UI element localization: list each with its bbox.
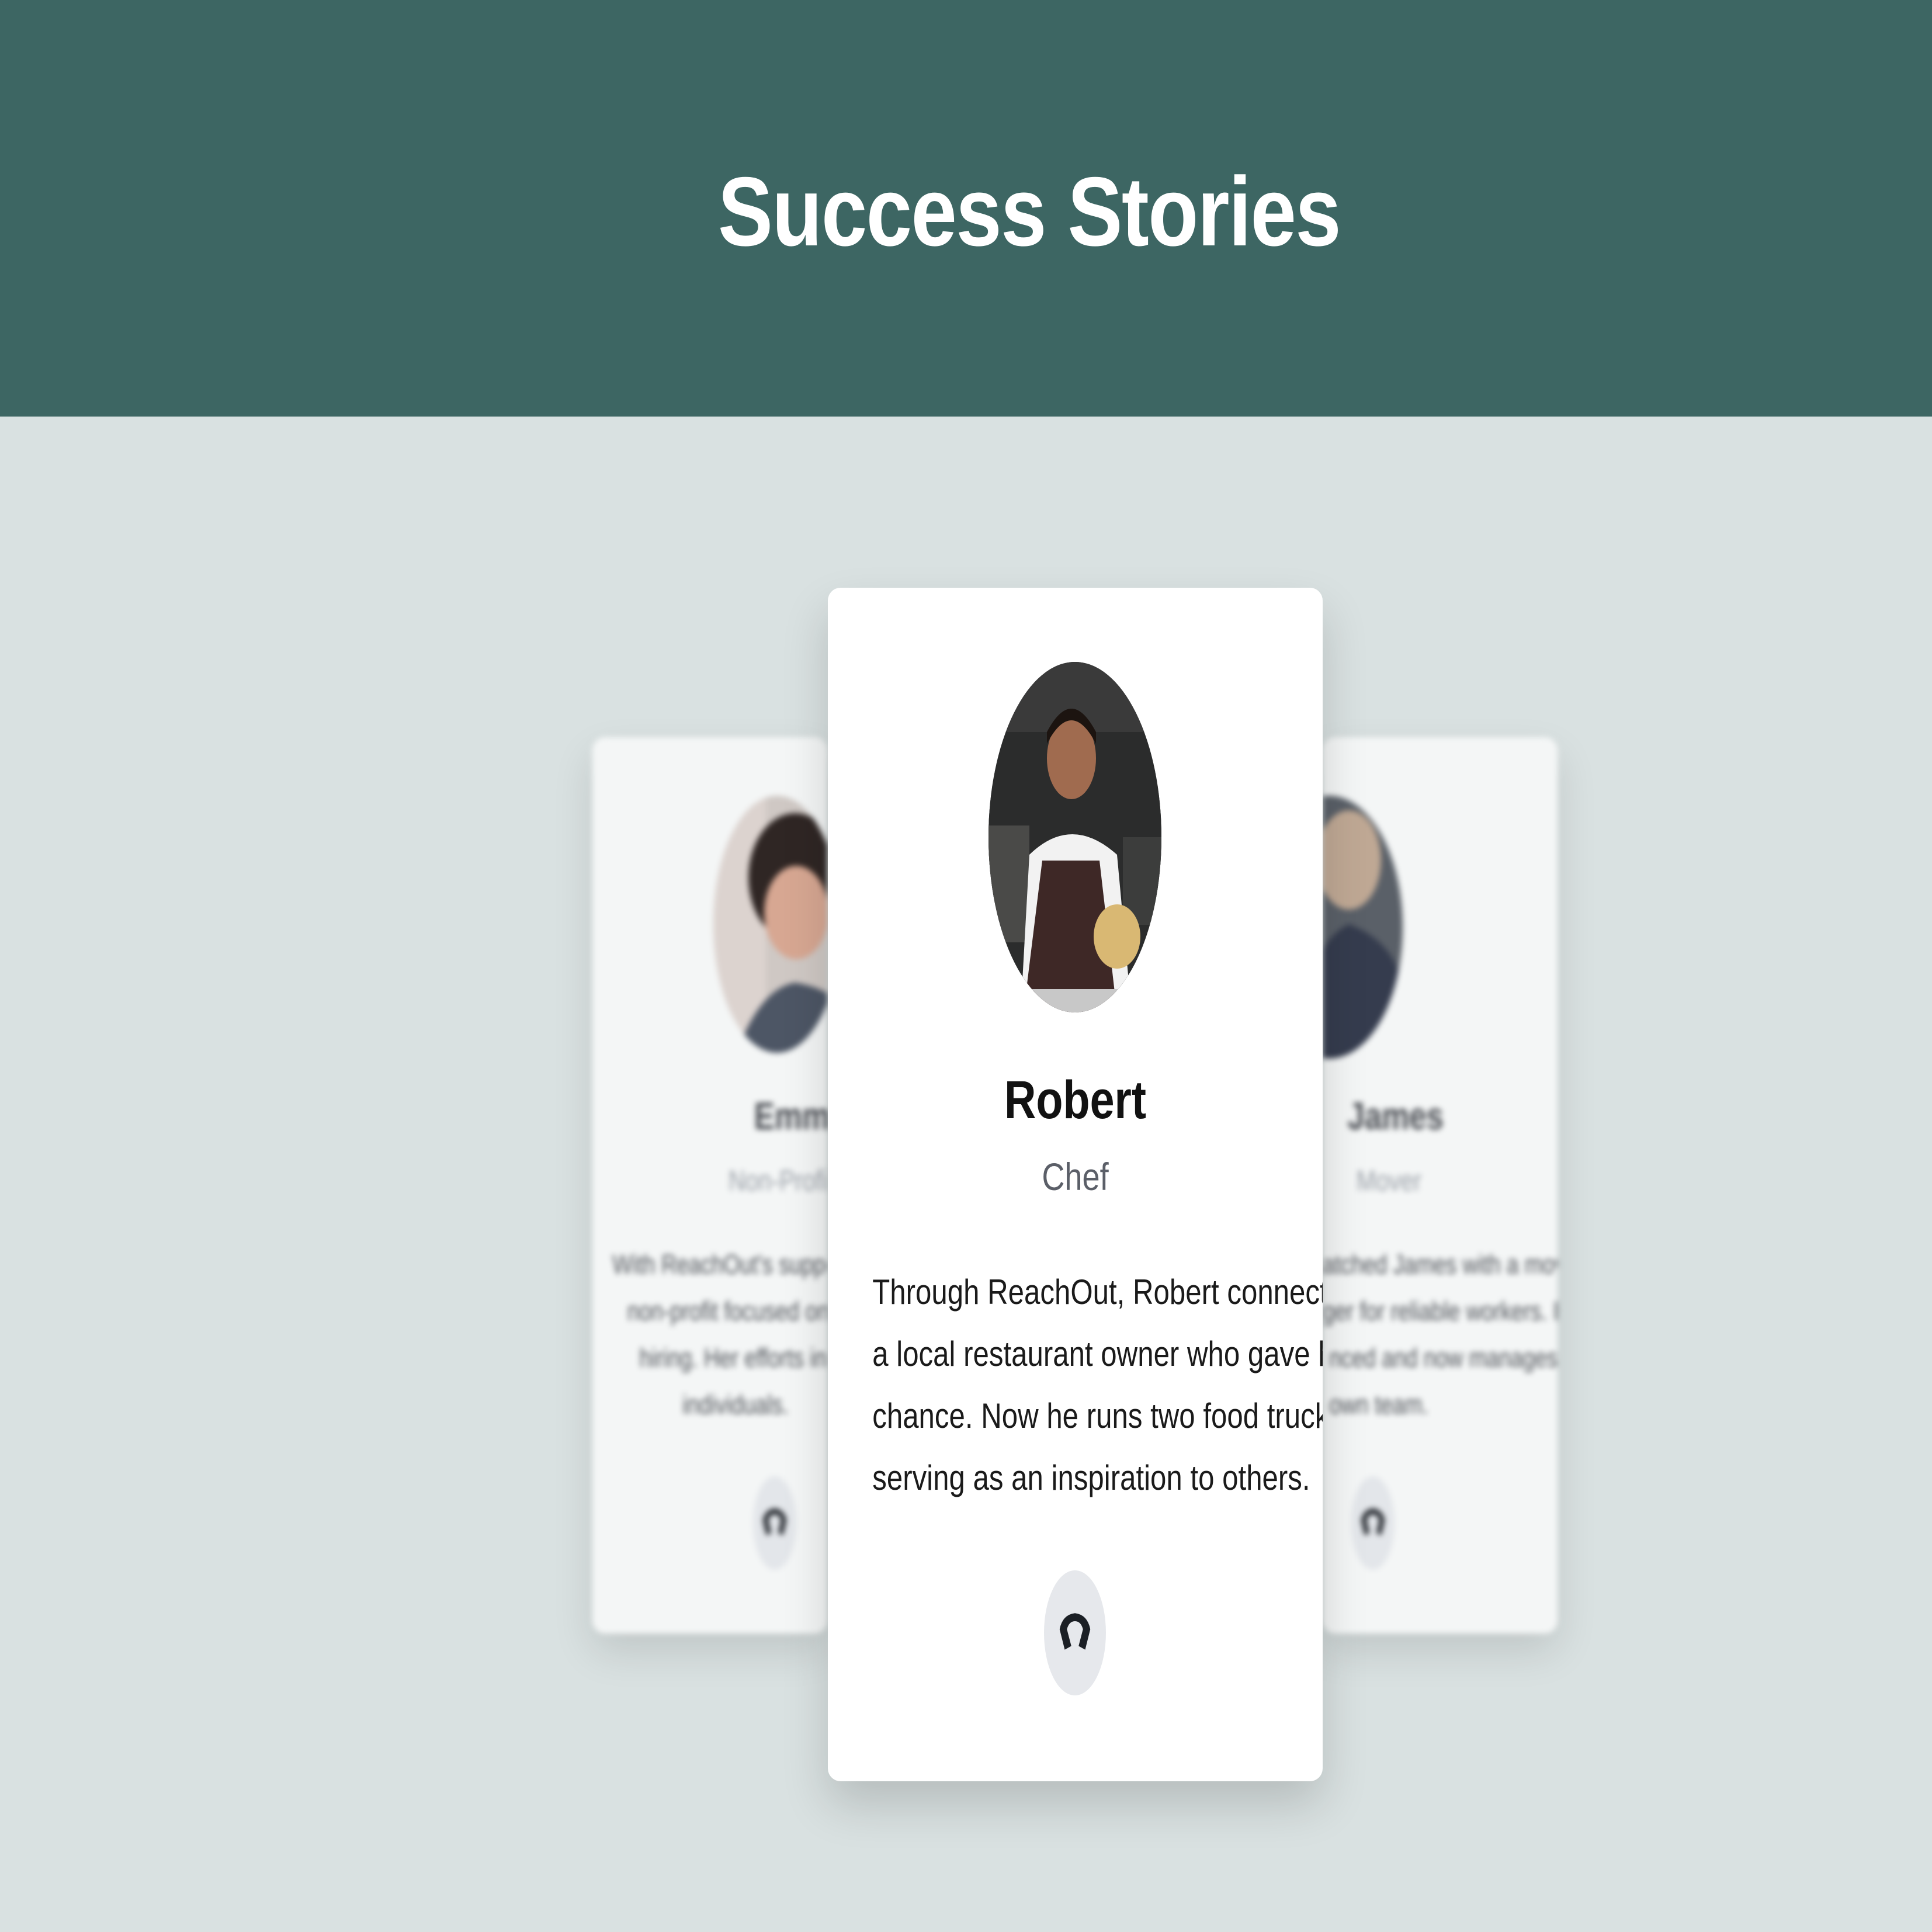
story-role: Chef: [1042, 1155, 1109, 1198]
story-card-emma[interactable]: Emma Non-Profit Lead With ReachOut's sup…: [592, 737, 827, 1633]
story-card-robert[interactable]: Robert Chef Through ReachOut, Robert con…: [828, 588, 1323, 1781]
avatar-robert: [988, 662, 1161, 1012]
avatar-james: [1323, 796, 1403, 1059]
page-title: Success Stories: [717, 157, 1341, 266]
story-text: Through ReachOut, Robert connected with …: [872, 1272, 1323, 1497]
hero-header: Success Stories: [0, 0, 1932, 417]
story-name: Emma: [754, 1094, 827, 1137]
story-name: James: [1347, 1094, 1444, 1137]
story-text: With ReachOut's support, Em non-profit f…: [612, 1249, 827, 1420]
story-name: Robert: [1004, 1070, 1147, 1130]
link-icon[interactable]: [753, 1476, 796, 1570]
story-text: atched James with a moving ger for relia…: [1323, 1249, 1558, 1420]
story-role: Mover: [1356, 1164, 1422, 1197]
avatar-emma: [713, 796, 827, 1053]
link-icon[interactable]: [1351, 1476, 1395, 1570]
story-role: Non-Profit Lead: [729, 1164, 827, 1197]
story-card-james[interactable]: James Mover atched James with a moving g…: [1323, 737, 1558, 1633]
link-icon[interactable]: [1044, 1570, 1106, 1695]
